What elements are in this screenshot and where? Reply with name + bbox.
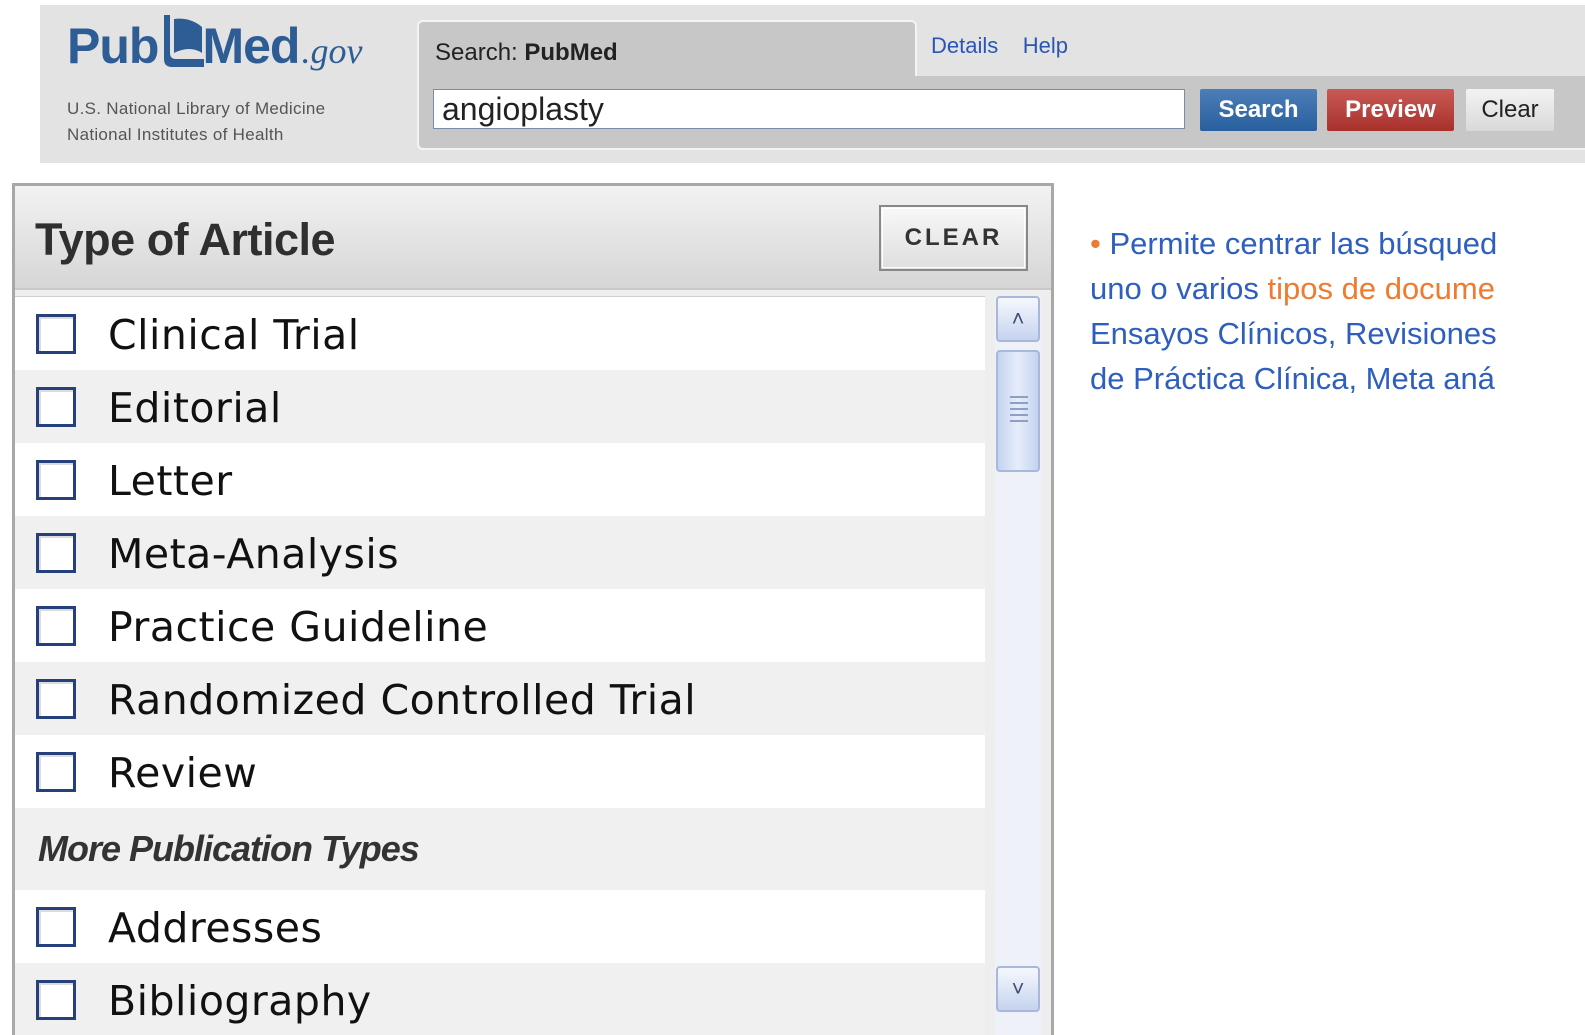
filter-option-meta-analysis[interactable]: Meta-Analysis — [15, 516, 985, 589]
pubmed-logo[interactable]: Pub Med.gov U.S. National Library of Medi… — [67, 13, 397, 153]
note-line-3: Ensayos Clínicos, Revisiones — [1090, 316, 1497, 351]
book-icon — [160, 13, 206, 67]
filter-option-label: Randomized Controlled Trial — [108, 676, 697, 724]
clear-filter-button[interactable]: CLEAR — [879, 205, 1028, 271]
checkbox[interactable] — [36, 387, 76, 427]
search-input[interactable] — [433, 89, 1185, 129]
scroll-thumb[interactable] — [996, 350, 1040, 472]
scroll-down-chevron-icon[interactable]: ˅ — [996, 966, 1040, 1012]
checkbox[interactable] — [36, 907, 76, 947]
filter-list: Clinical Trial Editorial Letter Meta-Ana… — [15, 296, 985, 1035]
database-name: PubMed — [524, 39, 618, 66]
filter-option-practice-guideline[interactable]: Practice Guideline — [15, 589, 985, 662]
note-text-2a: uno o varios — [1090, 271, 1268, 306]
filter-option-letter[interactable]: Letter — [15, 443, 985, 516]
logo-subtitle-nlm: U.S. National Library of Medicine — [67, 99, 326, 118]
database-tab[interactable]: Search: PubMed — [417, 20, 917, 82]
search-bar: Search Preview Clear — [417, 76, 1585, 150]
filter-scrollbar[interactable]: ˄ ˅ — [995, 296, 1041, 1035]
logo-wordmark: Pub Med.gov — [67, 13, 362, 85]
filter-option-addresses[interactable]: Addresses — [15, 890, 985, 963]
search-panel: Search: PubMed Details Help Search Previ… — [417, 20, 1585, 150]
note-text-1: Permite centrar las búsqued — [1109, 226, 1498, 261]
database-label: Search: PubMed — [435, 39, 618, 67]
search-prefix: Search: — [435, 39, 525, 66]
logo-subtitle-nih: National Institutes of Health — [67, 125, 284, 144]
filter-option-bibliography[interactable]: Bibliography — [15, 963, 985, 1035]
search-button[interactable]: Search — [1200, 89, 1317, 131]
filter-option-label: Meta-Analysis — [108, 530, 400, 578]
note-line-1: • Permite centrar las búsqued — [1090, 221, 1585, 266]
filter-option-label: Bibliography — [108, 977, 372, 1025]
checkbox[interactable] — [36, 460, 76, 500]
grip-line — [1010, 408, 1028, 410]
checkbox[interactable] — [36, 606, 76, 646]
checkbox[interactable] — [36, 679, 76, 719]
filter-option-label: Addresses — [108, 904, 323, 952]
note-line-4: de Práctica Clínica, Meta aná — [1090, 361, 1495, 396]
filter-header: Type of Article CLEAR — [15, 186, 1051, 290]
logo-gov-text: .gov — [301, 31, 363, 71]
help-links: Details Help — [931, 33, 1088, 59]
preview-button[interactable]: Preview — [1327, 89, 1454, 131]
checkbox[interactable] — [36, 314, 76, 354]
section-heading-text: More Publication Types — [38, 828, 420, 869]
article-type-filter: Type of Article CLEAR Clinical Trial Edi… — [12, 183, 1054, 1035]
filter-option-label: Letter — [108, 457, 233, 505]
filter-option-editorial[interactable]: Editorial — [15, 370, 985, 443]
filter-option-label: Editorial — [108, 384, 282, 432]
checkbox[interactable] — [36, 752, 76, 792]
more-publication-types-heading: More Publication Types — [15, 808, 985, 890]
filter-option-label: Practice Guideline — [108, 603, 489, 651]
clear-search-button[interactable]: Clear — [1466, 89, 1554, 131]
grip-line — [1010, 396, 1028, 398]
note-highlight: tipos de docume — [1267, 271, 1495, 306]
filter-option-label: Review — [108, 749, 258, 797]
filter-option-review[interactable]: Review — [15, 735, 985, 808]
checkbox[interactable] — [36, 980, 76, 1020]
grip-line — [1010, 402, 1028, 404]
filter-title: Type of Article — [35, 214, 336, 265]
explanatory-note: • Permite centrar las búsqued uno o vari… — [1090, 221, 1585, 401]
filter-option-label: Clinical Trial — [108, 311, 360, 359]
grip-line — [1010, 414, 1028, 416]
logo-pub-text: Pub — [67, 18, 159, 74]
checkbox[interactable] — [36, 533, 76, 573]
pubmed-header: Pub Med.gov U.S. National Library of Medi… — [40, 5, 1585, 163]
bullet-icon: • — [1090, 226, 1101, 261]
logo-med-text: Med — [202, 18, 300, 74]
details-link[interactable]: Details — [931, 33, 998, 58]
filter-option-randomized-controlled-trial[interactable]: Randomized Controlled Trial — [15, 662, 985, 735]
filter-option-clinical-trial[interactable]: Clinical Trial — [15, 297, 985, 370]
scroll-up-chevron-icon[interactable]: ˄ — [996, 296, 1040, 342]
grip-line — [1010, 420, 1028, 422]
note-line-2: uno o varios tipos de docume — [1090, 266, 1585, 311]
help-link[interactable]: Help — [1023, 33, 1068, 58]
